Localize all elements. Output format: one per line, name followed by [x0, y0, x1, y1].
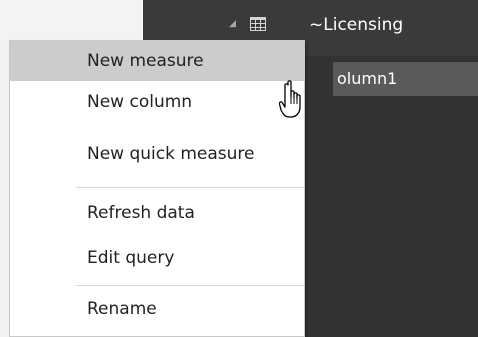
menu-item-label: New quick measure — [87, 144, 255, 164]
menu-item-rename[interactable]: Rename — [10, 289, 304, 329]
field-item-column1[interactable]: olumn1 — [333, 62, 478, 96]
menu-item-edit-query[interactable]: Edit query — [10, 238, 304, 278]
menu-item-label: Edit query — [87, 248, 175, 268]
menu-item-new-quick-measure[interactable]: New quick measure — [10, 134, 304, 174]
table-grid-icon — [250, 17, 266, 31]
menu-item-new-column[interactable]: New column — [10, 82, 304, 122]
field-item-label: olumn1 — [337, 69, 398, 88]
table-name: ~Licensing — [309, 15, 404, 35]
expanded-caret-icon[interactable]: ◢ — [229, 19, 239, 29]
menu-item-label: New measure — [87, 51, 204, 71]
menu-item-label: Rename — [87, 299, 157, 319]
menu-item-refresh-data[interactable]: Refresh data — [10, 193, 304, 233]
menu-separator — [76, 285, 304, 286]
menu-item-label: Refresh data — [87, 203, 195, 223]
menu-separator — [76, 187, 304, 188]
hand-pointer-icon — [279, 80, 301, 118]
menu-item-new-measure[interactable]: New measure — [10, 41, 304, 81]
menu-item-label: New column — [87, 92, 193, 112]
context-menu: New measure New column New quick measure… — [9, 40, 305, 337]
